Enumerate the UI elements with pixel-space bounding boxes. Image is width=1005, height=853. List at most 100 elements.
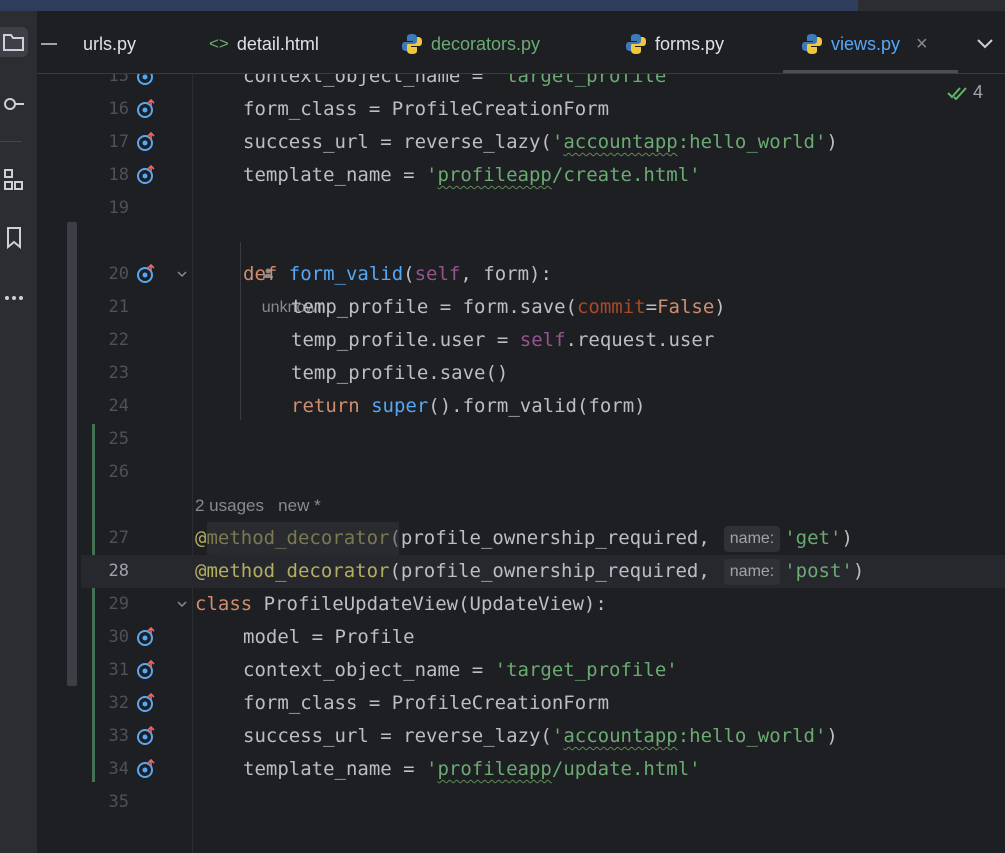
override-method-icon[interactable] xyxy=(136,660,156,680)
tab-label: decorators.py xyxy=(431,33,541,54)
override-method-icon[interactable] xyxy=(136,726,156,746)
code-editor[interactable]: 4 15 context_object_name = 'target_profi… xyxy=(81,74,1005,853)
python-icon xyxy=(402,34,422,54)
html-tag-icon: <> xyxy=(209,34,229,53)
line-number: 17 xyxy=(108,132,129,152)
line-number: 23 xyxy=(108,363,129,383)
override-method-icon[interactable] xyxy=(136,165,156,185)
line-number: 22 xyxy=(108,330,129,350)
code-text: template_name = 'profileapp/update.html' xyxy=(243,758,701,780)
tab-label: urls.py xyxy=(83,33,137,54)
override-method-icon[interactable] xyxy=(136,759,156,779)
python-icon xyxy=(626,34,646,54)
tool-sidebar xyxy=(0,11,38,853)
code-line-31: 31 context_object_name = 'target_profile… xyxy=(81,654,1005,687)
tab-forms-py[interactable]: forms.py xyxy=(625,31,724,57)
override-method-icon[interactable] xyxy=(136,74,156,86)
commit-icon[interactable] xyxy=(0,89,28,119)
line-number: 34 xyxy=(108,759,129,779)
code-line-24: 24 return super().form_valid(form) xyxy=(81,390,1005,423)
tab-label: forms.py xyxy=(655,33,725,54)
tab-detail-html[interactable]: <> detail.html xyxy=(209,31,319,57)
override-method-icon[interactable] xyxy=(136,693,156,713)
override-method-icon[interactable] xyxy=(136,132,156,152)
code-text: context_object_name = 'target_profile' xyxy=(243,659,678,681)
code-line-16: 16 form_class = ProfileCreationForm xyxy=(81,93,1005,126)
code-line-15: 15 context_object_name = 'target_profile… xyxy=(81,74,1005,93)
tab-urls-py[interactable]: urls.py xyxy=(83,31,136,57)
code-line-32: 32 form_class = ProfileCreationForm xyxy=(81,687,1005,720)
code-line-17: 17 success_url = reverse_lazy('accountap… xyxy=(81,126,1005,159)
line-number: 21 xyxy=(108,297,129,317)
project-folder-icon[interactable] xyxy=(0,27,28,57)
line-number: 26 xyxy=(108,462,129,482)
tab-list-dropdown[interactable] xyxy=(977,31,993,57)
chevron-down-icon xyxy=(977,39,993,49)
code-text: @method_decorator(profile_ownership_requ… xyxy=(195,555,864,588)
line-number: 19 xyxy=(108,198,129,218)
code-line-22: 22 temp_profile.user = self.request.user xyxy=(81,324,1005,357)
tab-label: views.py xyxy=(831,33,901,54)
tab-label: detail.html xyxy=(236,33,319,54)
code-line-18: 18 template_name = 'profileapp/create.ht… xyxy=(81,159,1005,192)
code-line-28: 28 @method_decorator(profile_ownership_r… xyxy=(81,555,1005,588)
parameter-hint: name: xyxy=(723,526,781,552)
parameter-hint: name: xyxy=(723,559,781,585)
code-text: form_class = ProfileCreationForm xyxy=(243,692,610,714)
line-number: 20 xyxy=(108,264,129,284)
code-text: form_class = ProfileCreationForm xyxy=(243,98,610,120)
code-line-25: 25 xyxy=(81,423,1005,456)
line-number: 15 xyxy=(108,74,129,86)
code-text: template_name = 'profileapp/create.html' xyxy=(243,164,701,186)
code-line-29: 29 class ProfileUpdateView(UpdateView): xyxy=(81,588,1005,621)
line-number: 16 xyxy=(108,99,129,119)
override-method-icon[interactable] xyxy=(136,99,156,119)
code-line-26: 26 xyxy=(81,456,1005,489)
line-number: 27 xyxy=(108,528,129,548)
line-number: 29 xyxy=(108,594,129,614)
structure-icon[interactable] xyxy=(0,165,28,195)
tab-menu-icon[interactable] xyxy=(41,31,57,57)
code-line-27: 27 @method_decorator(profile_ownership_r… xyxy=(81,522,1005,555)
override-method-icon[interactable] xyxy=(136,264,156,284)
bookmark-icon[interactable] xyxy=(0,223,28,253)
code-line-23: 23 temp_profile.save() xyxy=(81,357,1005,390)
code-line-34: 34 template_name = 'profileapp/update.ht… xyxy=(81,753,1005,786)
active-tab-indicator xyxy=(783,70,958,73)
code-line-19: 19 xyxy=(81,192,1005,225)
line-number: 24 xyxy=(108,396,129,416)
editor-tab-bar: urls.py <> detail.html decorators.py for… xyxy=(37,11,1005,74)
line-number: 28 xyxy=(108,561,129,581)
code-line-35: 35 xyxy=(81,786,1005,819)
fold-chevron-icon[interactable] xyxy=(176,598,188,610)
code-text: temp_profile = form.save(commit=False) xyxy=(291,296,726,318)
line-number: 25 xyxy=(108,429,129,449)
line-number: 33 xyxy=(108,726,129,746)
line-number: 18 xyxy=(108,165,129,185)
title-strip-accent xyxy=(0,0,858,11)
code-text: return super().form_valid(form) xyxy=(291,395,646,417)
line-number: 35 xyxy=(108,792,129,812)
fold-chevron-icon[interactable] xyxy=(176,268,188,280)
code-text: def form_valid(self, form): xyxy=(243,263,552,285)
line-number: 30 xyxy=(108,627,129,647)
usages-hint[interactable]: 2 usages new * xyxy=(195,489,321,522)
code-text: @method_decorator(profile_ownership_requ… xyxy=(195,522,853,555)
line-number: 31 xyxy=(108,660,129,680)
title-strip xyxy=(0,0,1005,11)
left-scrollbar-thumb[interactable] xyxy=(67,222,77,686)
code-line-33: 33 success_url = reverse_lazy('accountap… xyxy=(81,720,1005,753)
code-text: context_object_name = 'target_profile' xyxy=(243,74,678,87)
tab-views-py[interactable]: views.py × xyxy=(801,31,928,57)
override-method-icon[interactable] xyxy=(136,627,156,647)
code-line-20: 20 def form_valid(self, form): xyxy=(81,258,1005,291)
more-tools-icon[interactable] xyxy=(0,283,28,313)
line-number: 32 xyxy=(108,693,129,713)
code-text: temp_profile.save() xyxy=(291,362,509,384)
code-text: class ProfileUpdateView(UpdateView): xyxy=(195,593,607,615)
tab-decorators-py[interactable]: decorators.py xyxy=(401,31,540,57)
code-line-30: 30 model = Profile xyxy=(81,621,1005,654)
python-icon xyxy=(802,34,822,54)
close-tab-icon[interactable]: × xyxy=(916,33,928,56)
code-line-21: 21 temp_profile = form.save(commit=False… xyxy=(81,291,1005,324)
